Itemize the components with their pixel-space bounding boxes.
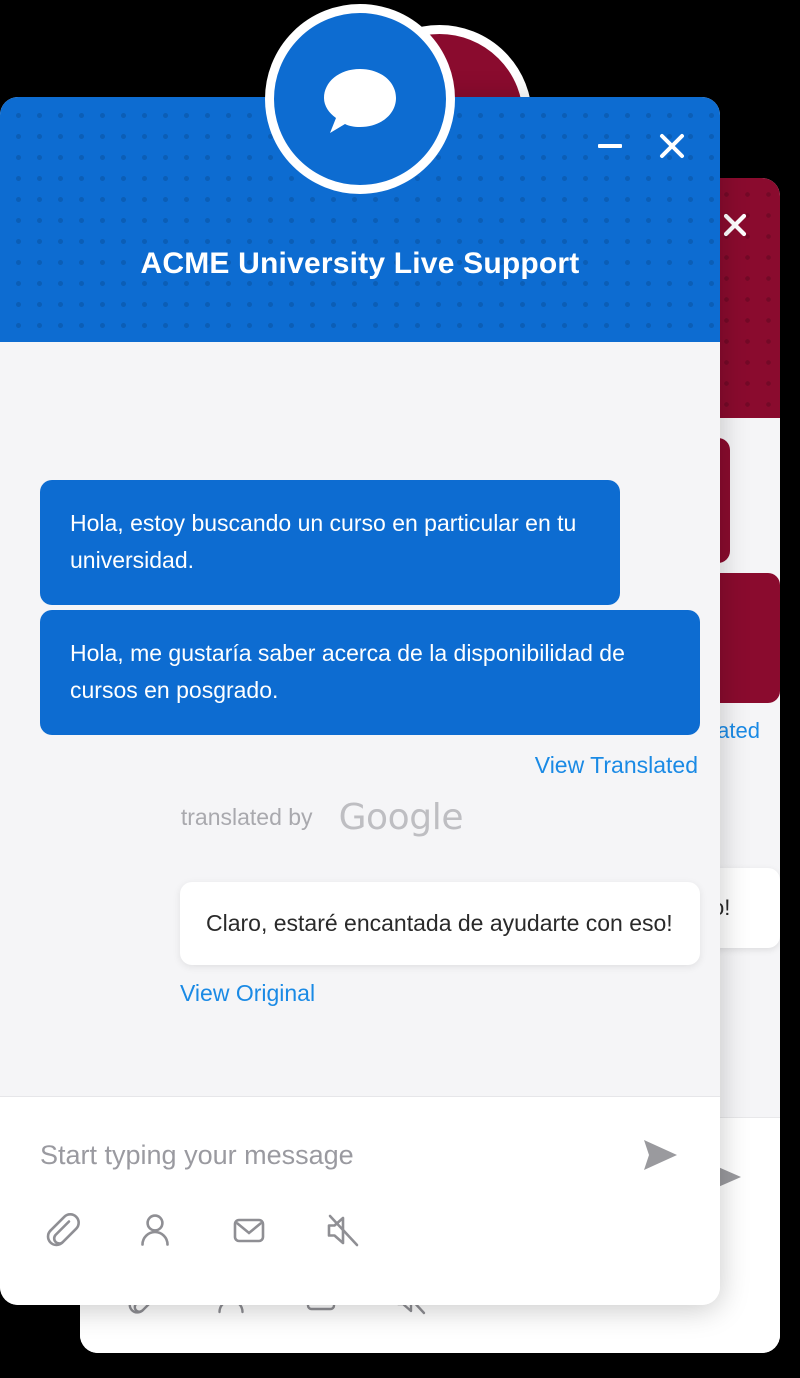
close-button[interactable] [654,128,690,164]
visitor-message-bubble: Hola, me gustaría saber acerca de la dis… [40,610,700,735]
paperclip-icon[interactable] [40,1209,82,1251]
google-wordmark: Google [338,797,464,838]
composer-row [40,1137,680,1173]
minimize-icon [598,144,622,148]
envelope-icon[interactable] [228,1209,270,1251]
send-icon [644,1140,677,1170]
chat-bubble-icon [323,68,396,133]
agent-message-bubble: Claro, estaré encantada de ayudarte con … [180,882,700,965]
translated-by-label: translated by [180,804,313,830]
chat-message-list: Hola, estoy buscando un curso en particu… [0,342,720,1097]
send-button[interactable] [640,1137,680,1173]
close-icon [723,213,747,237]
composer-bar [0,1096,720,1305]
minimize-button[interactable] [592,128,628,164]
window-controls [592,128,690,164]
close-icon [660,134,684,158]
visitor-message-bubble: Hola, estoy buscando un curso en particu… [40,480,620,605]
background-close-button[interactable] [718,208,752,242]
composer-toolbar [40,1209,364,1251]
translation-attribution: translated by Google [0,797,682,838]
mute-icon[interactable] [322,1209,364,1251]
page-title: ACME University Live Support [140,247,580,280]
person-icon[interactable] [134,1209,176,1251]
message-input[interactable] [40,1139,600,1171]
view-translated-link[interactable]: View Translated [535,752,698,779]
avatar [265,4,455,194]
view-original-link[interactable]: View Original [180,980,315,1007]
chat-window: ACME University Live Support Hola, estoy… [0,97,720,1305]
